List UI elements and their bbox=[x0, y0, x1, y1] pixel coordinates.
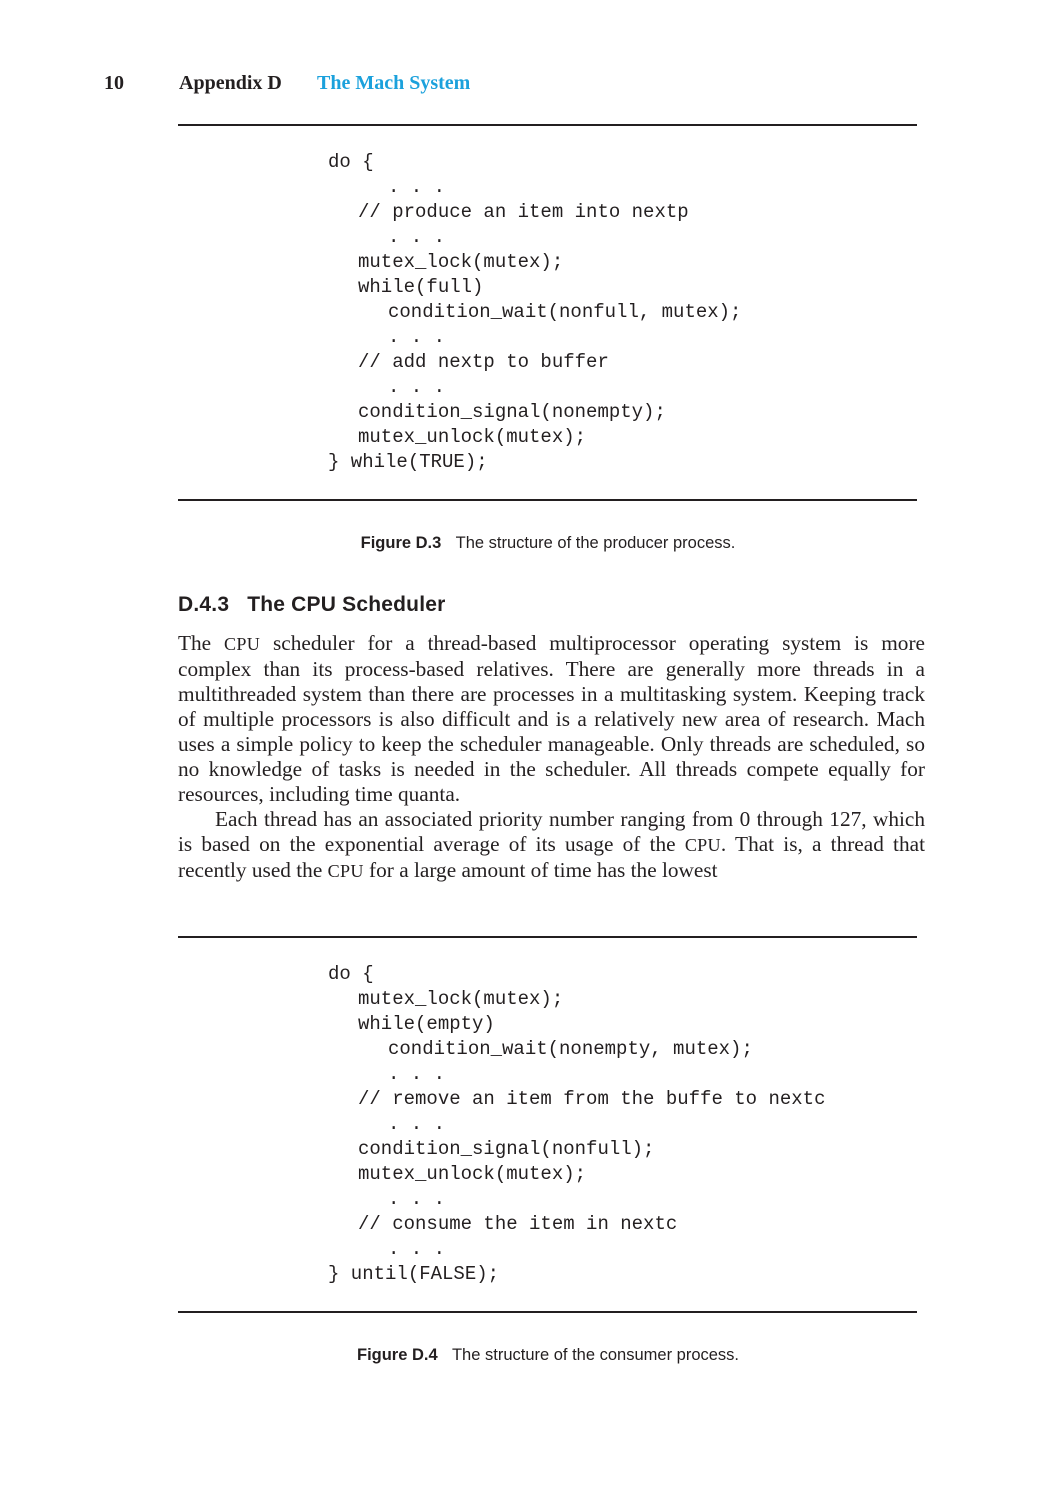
code-line: condition_signal(nonempty); bbox=[358, 401, 666, 423]
paragraph-text: for a large amount of time has the lowes… bbox=[363, 858, 718, 882]
appendix-label: Appendix D bbox=[179, 72, 282, 94]
code-line: . . . bbox=[388, 1188, 446, 1210]
code-line: do { bbox=[328, 963, 374, 985]
code-line: condition_signal(nonfull); bbox=[358, 1138, 655, 1160]
figure-d4-top-rule bbox=[178, 936, 917, 938]
figure-d3-code-block: do { . . . // produce an item into nextp . … bbox=[328, 150, 741, 475]
figure-d3-label: Figure D.3 bbox=[360, 534, 442, 552]
code-line: mutex_lock(mutex); bbox=[358, 988, 564, 1010]
chapter-title: The Mach System bbox=[317, 72, 471, 94]
code-line: mutex_lock(mutex); bbox=[358, 251, 564, 273]
code-line: // remove an item from the buffe to next… bbox=[358, 1088, 826, 1110]
code-line: mutex_unlock(mutex); bbox=[358, 426, 587, 448]
code-line: . . . bbox=[388, 1113, 446, 1135]
paragraph: Each thread has an associated priority n… bbox=[178, 807, 925, 884]
body-text: The CPU scheduler for a thread-based mul… bbox=[178, 631, 925, 884]
code-line: . . . bbox=[388, 376, 446, 398]
code-line: } while(TRUE); bbox=[328, 451, 488, 473]
figure-d4-caption-text: The structure of the consumer process. bbox=[451, 1346, 740, 1364]
acronym-text: CPU bbox=[224, 634, 261, 654]
paragraph-text: The bbox=[178, 631, 225, 655]
figure-d4-bottom-rule bbox=[178, 1311, 917, 1313]
page-number: 10 bbox=[104, 72, 124, 94]
acronym-text: CPU bbox=[684, 835, 721, 855]
code-line: mutex_unlock(mutex); bbox=[358, 1163, 587, 1185]
running-head: 10 Appendix D The Mach System bbox=[0, 70, 1050, 100]
figure-d4-code-block: do { mutex_lock(mutex); while(empty) condit… bbox=[328, 962, 825, 1287]
section-number: D.4.3 bbox=[178, 593, 230, 616]
figure-d4-label: Figure D.4 bbox=[356, 1346, 438, 1364]
code-line: while(empty) bbox=[358, 1013, 495, 1035]
code-line: // consume the item in nextc bbox=[358, 1213, 678, 1235]
code-line: while(full) bbox=[358, 276, 484, 298]
code-line: condition_wait(nonfull, mutex); bbox=[388, 301, 742, 323]
code-line: } until(FALSE); bbox=[328, 1263, 500, 1285]
section-title: The CPU Scheduler bbox=[247, 593, 446, 616]
paragraph-text: scheduler for a thread-based multiproces… bbox=[178, 631, 926, 806]
code-line: // add nextp to buffer bbox=[358, 351, 609, 373]
figure-d3-caption: Figure D.3 The structure of the producer… bbox=[0, 534, 1050, 553]
figure-d4-caption: Figure D.4 The structure of the consumer… bbox=[0, 1346, 1050, 1365]
figure-d3-caption-text: The structure of the producer process. bbox=[455, 534, 736, 552]
code-line: . . . bbox=[388, 176, 446, 198]
code-line: . . . bbox=[388, 1238, 446, 1260]
code-line: . . . bbox=[388, 226, 446, 248]
code-line: . . . bbox=[388, 326, 446, 348]
figure-d3-top-rule bbox=[178, 124, 917, 126]
figure-d3-bottom-rule bbox=[178, 499, 917, 501]
code-line: // produce an item into nextp bbox=[358, 201, 689, 223]
paragraph: The CPU scheduler for a thread-based mul… bbox=[178, 631, 925, 807]
code-line: do { bbox=[328, 151, 374, 173]
code-line: condition_wait(nonempty, mutex); bbox=[388, 1038, 753, 1060]
code-line: . . . bbox=[388, 1063, 446, 1085]
section-heading: D.4.3 The CPU Scheduler bbox=[178, 593, 445, 617]
acronym-text: CPU bbox=[327, 861, 364, 881]
